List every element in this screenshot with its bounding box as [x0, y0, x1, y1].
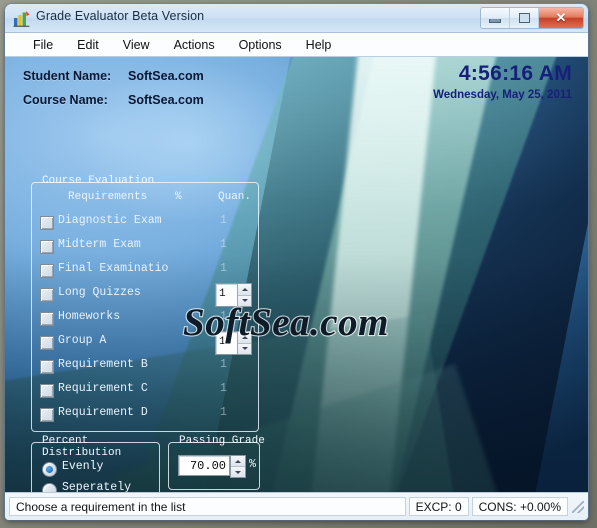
passing-grade-input[interactable]: 70.00 — [178, 455, 230, 476]
requirement-checkbox[interactable] — [40, 240, 54, 254]
stepper-up-button[interactable] — [231, 456, 245, 467]
requirement-row[interactable]: Midterm Exam 1 — [40, 235, 252, 259]
chevron-up-icon — [241, 287, 248, 291]
course-evaluation-panel: Course Evaluation Requirements % Quan. D… — [31, 175, 259, 432]
requirement-row[interactable]: Requirement C 1 — [40, 379, 252, 403]
chevron-down-icon — [241, 347, 248, 351]
course-evaluation-title: Course Evaluation — [42, 175, 155, 187]
quantity-stepper-value[interactable]: 1 — [216, 284, 237, 306]
stepper-down-button[interactable] — [238, 295, 251, 306]
chevron-down-icon — [235, 470, 241, 474]
passing-grade-unit: % — [249, 458, 256, 471]
requirement-label: Requirement B — [58, 358, 148, 371]
requirement-row[interactable]: Group A 1 — [40, 331, 252, 355]
maximize-icon — [518, 13, 530, 23]
student-name-label: Student Name: — [23, 69, 112, 83]
application-window: Grade Evaluator Beta Version ✕ File Edit… — [5, 4, 588, 520]
requirement-checkbox[interactable] — [40, 312, 54, 326]
resize-grip-icon[interactable] — [572, 500, 584, 513]
radio-evenly-label: Evenly — [62, 460, 104, 473]
passing-grade-panel: Passing Grade 70.00 % — [168, 435, 265, 490]
requirement-label: Diagnostic Exam — [58, 214, 162, 227]
menu-bar: File Edit View Actions Options Help — [5, 33, 588, 57]
requirement-row[interactable]: Requirement D 1 — [40, 403, 252, 427]
requirement-row[interactable]: Final Examinatio 1 — [40, 259, 252, 283]
requirement-quantity: 1 — [220, 310, 227, 323]
quantity-stepper-value[interactable]: 1 — [216, 332, 237, 354]
requirement-checkbox[interactable] — [40, 360, 54, 374]
menu-item-view[interactable]: View — [111, 36, 162, 54]
percent-distribution-title: Percent Distribution — [42, 435, 122, 459]
menu-item-edit[interactable]: Edit — [65, 36, 111, 54]
menu-item-file[interactable]: File — [21, 36, 65, 54]
status-cons: CONS: +0.00% — [471, 497, 568, 516]
requirement-label: Final Examinatio — [58, 262, 169, 275]
requirement-label: Group A — [58, 334, 107, 347]
column-header-requirements: Requirements — [68, 191, 148, 203]
passing-grade-title: Passing Grade — [179, 435, 265, 447]
close-button[interactable]: ✕ — [539, 8, 583, 28]
menu-item-options[interactable]: Options — [227, 36, 294, 54]
title-bar[interactable]: Grade Evaluator Beta Version ✕ — [5, 4, 588, 33]
stepper-down-button[interactable] — [231, 467, 245, 477]
screen: Grade Evaluator Beta Version ✕ File Edit… — [0, 0, 597, 528]
requirement-label: Homeworks — [58, 310, 121, 323]
minimize-icon — [489, 18, 501, 23]
requirement-checkbox[interactable] — [40, 408, 54, 422]
requirement-quantity: 1 — [220, 382, 227, 395]
requirement-checkbox[interactable] — [40, 384, 54, 398]
stepper-up-button[interactable] — [238, 284, 251, 296]
requirement-quantity: 1 — [220, 406, 227, 419]
status-message: Choose a requirement in the list — [9, 497, 406, 516]
requirement-checkbox[interactable] — [40, 216, 54, 230]
requirement-label: Requirement D — [58, 406, 148, 419]
passing-grade-stepper[interactable] — [230, 455, 246, 478]
requirement-quantity: 1 — [220, 358, 227, 371]
chevron-up-icon — [235, 459, 241, 463]
window-controls: ✕ — [480, 7, 584, 29]
requirement-row[interactable]: Diagnostic Exam 1 — [40, 211, 252, 235]
requirement-label: Long Quizzes — [58, 286, 141, 299]
radio-evenly-indicator[interactable] — [42, 462, 57, 477]
close-icon: ✕ — [555, 10, 567, 25]
quantity-stepper[interactable]: 1 — [215, 331, 252, 355]
quantity-stepper-buttons — [237, 332, 251, 354]
stepper-up-button[interactable] — [238, 332, 251, 344]
requirement-quantity: 1 — [220, 262, 227, 275]
requirement-quantity: 1 — [220, 214, 227, 227]
requirement-row[interactable]: Requirement B 1 — [40, 355, 252, 379]
window-title: Grade Evaluator Beta Version — [36, 9, 205, 23]
status-excp: EXCP: 0 — [408, 497, 469, 516]
chevron-up-icon — [241, 335, 248, 339]
quantity-stepper[interactable]: 1 — [215, 283, 252, 307]
requirement-label: Requirement C — [58, 382, 148, 395]
requirement-checkbox[interactable] — [40, 288, 54, 302]
chevron-down-icon — [241, 299, 248, 303]
course-name-value: SoftSea.com — [128, 93, 204, 107]
stepper-down-button[interactable] — [238, 343, 251, 354]
maximize-button[interactable] — [510, 8, 539, 28]
requirement-row[interactable]: Long Quizzes 1 — [40, 283, 252, 307]
requirement-label: Midterm Exam — [58, 238, 141, 251]
chart-app-icon — [13, 11, 30, 27]
column-header-percent: % — [175, 191, 182, 203]
menu-item-help[interactable]: Help — [294, 36, 344, 54]
column-header-quantity: Quan. — [218, 191, 252, 203]
date-display: Wednesday, May 25, 2011 — [433, 89, 572, 101]
menu-item-actions[interactable]: Actions — [162, 36, 227, 54]
client-area: Student Name: SoftSea.com Course Name: S… — [5, 57, 588, 494]
requirement-checkbox[interactable] — [40, 264, 54, 278]
requirement-quantity: 1 — [220, 238, 227, 251]
clock-display: 4:56:16 AM — [458, 62, 572, 85]
requirement-checkbox[interactable] — [40, 336, 54, 350]
quantity-stepper-buttons — [237, 284, 251, 306]
course-name-label: Course Name: — [23, 93, 108, 107]
requirement-row[interactable]: Homeworks 1 — [40, 307, 252, 331]
minimize-button[interactable] — [481, 8, 510, 28]
status-bar: Choose a requirement in the list EXCP: 0… — [5, 492, 588, 520]
percent-distribution-panel: Percent Distribution Evenly Seperately — [31, 435, 160, 494]
student-name-value: SoftSea.com — [128, 69, 204, 83]
